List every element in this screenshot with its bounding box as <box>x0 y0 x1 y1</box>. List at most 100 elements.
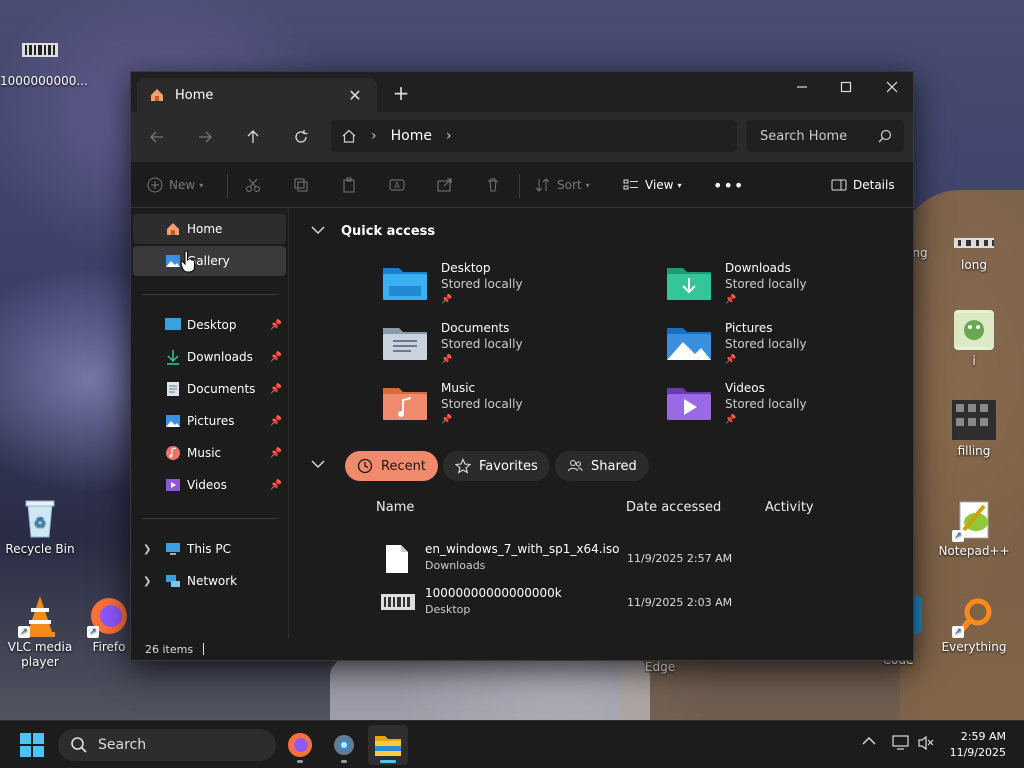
minimize-button[interactable] <box>779 72 825 102</box>
system-clock[interactable]: 2:59 AM 11/9/2025 <box>950 729 1006 761</box>
sidebar-item-label: Pictures <box>187 414 235 428</box>
sidebar-item-documents[interactable]: Documents 📌 <box>133 374 286 404</box>
chevron-down-icon: ▾ <box>199 180 204 190</box>
maximize-button[interactable] <box>823 72 869 102</box>
delete-button[interactable] <box>485 171 507 199</box>
table-row[interactable]: en_windows_7_with_sp1_x64.iso Downloads … <box>377 540 897 580</box>
video-icon <box>165 477 181 493</box>
details-pane-icon <box>831 179 847 191</box>
sidebar-item-desktop[interactable]: Desktop 📌 <box>133 310 286 340</box>
new-button[interactable]: New ▾ <box>147 171 203 199</box>
chevron-right-icon[interactable]: › <box>446 128 452 144</box>
up-button[interactable] <box>237 121 269 153</box>
table-row[interactable]: 10000000000000000k Desktop 11/9/2025 2:0… <box>377 584 897 624</box>
back-button[interactable] <box>141 121 173 153</box>
taskbar: Search 2:59 AM 11/9/2025 <box>0 720 1024 768</box>
shortcut-arrow-icon: ↗ <box>952 530 964 542</box>
paste-button[interactable] <box>341 171 363 199</box>
cut-button[interactable] <box>245 171 267 199</box>
taskbar-file-explorer[interactable] <box>368 725 408 765</box>
tab-shared[interactable]: Shared <box>555 451 649 481</box>
quick-access-item-documents[interactable]: Documents Stored locally 📌 <box>383 320 643 370</box>
taskbar-firefox[interactable] <box>280 725 320 765</box>
more-options-button[interactable]: ••• <box>713 171 744 199</box>
pin-icon[interactable]: 📌 <box>270 384 282 395</box>
tab-close-button[interactable]: ✕ <box>345 86 365 105</box>
search-box[interactable] <box>746 120 904 152</box>
share-button[interactable] <box>437 171 459 199</box>
quick-access-item-downloads[interactable]: Downloads Stored locally 📌 <box>667 260 913 310</box>
desktop-icon-label: long <box>961 258 987 272</box>
desktop-icon-filling[interactable]: filling <box>934 400 1014 459</box>
desktop-icon-long[interactable]: long <box>934 232 1014 273</box>
address-bar[interactable]: › Home › <box>331 120 737 152</box>
desktop-icon-recycle-bin[interactable]: ♻ Recycle Bin <box>0 498 80 557</box>
quick-access-header[interactable]: Quick access <box>311 224 435 239</box>
tab-favorites[interactable]: Favorites <box>443 451 550 481</box>
tab-recent[interactable]: Recent <box>345 451 438 481</box>
chevron-right-icon[interactable]: ❯ <box>143 544 151 555</box>
taskbar-search[interactable]: Search <box>58 729 276 761</box>
pin-icon[interactable]: 📌 <box>270 448 282 459</box>
desktop-icon-label: 1000000000... <box>0 74 88 88</box>
quick-access-item-music[interactable]: Music Stored locally 📌 <box>383 380 643 430</box>
desktop-icon-file[interactable]: 1000000000... <box>0 30 88 89</box>
close-window-button[interactable] <box>869 72 915 102</box>
desktop-icon-i[interactable]: i <box>934 310 1014 369</box>
sort-button[interactable]: Sort ▾ <box>535 171 590 199</box>
svg-text:A: A <box>394 181 400 190</box>
sidebar-item-gallery[interactable]: Gallery <box>133 246 286 276</box>
quick-access-item-pictures[interactable]: Pictures Stored locally 📌 <box>667 320 913 370</box>
pin-icon[interactable]: 📌 <box>270 480 282 491</box>
pin-icon[interactable]: 📌 <box>270 352 282 363</box>
chevron-right-icon[interactable]: ❯ <box>143 576 151 587</box>
file-name: en_windows_7_with_sp1_x64.iso <box>425 542 620 556</box>
videos-folder-icon <box>667 384 711 420</box>
rename-button[interactable]: A <box>389 171 411 199</box>
item-name: Music <box>441 381 476 395</box>
new-tab-button[interactable]: + <box>389 82 413 106</box>
computer-icon <box>165 541 181 557</box>
sidebar-item-this-pc[interactable]: ❯ This PC <box>133 534 286 564</box>
taskbar-settings[interactable] <box>324 725 364 765</box>
sidebar-item-label: Music <box>187 446 222 460</box>
sidebar-item-home[interactable]: Home <box>133 214 286 244</box>
column-header-name[interactable]: Name <box>376 500 414 515</box>
sidebar-item-pictures[interactable]: Pictures 📌 <box>133 406 286 436</box>
sidebar-item-network[interactable]: ❯ Network <box>133 566 286 596</box>
desktop-icon-vlc[interactable]: ↗ VLC media player <box>0 596 80 670</box>
network-tray-icon[interactable] <box>892 735 910 754</box>
details-button[interactable]: Details <box>831 171 895 199</box>
breadcrumb-home[interactable]: Home <box>391 128 432 144</box>
quick-access-item-desktop[interactable]: Desktop Stored locally 📌 <box>383 260 643 310</box>
item-name: Documents <box>441 321 510 335</box>
quick-access-item-videos[interactable]: Videos Stored locally 📌 <box>667 380 913 430</box>
desktop-icon-notepadpp[interactable]: ↗ Notepad++ <box>934 500 1014 559</box>
pin-icon: 📌 <box>441 295 453 305</box>
desktop-icon-everything[interactable]: ↗ Everything <box>934 596 1014 655</box>
chevron-down-icon <box>311 224 325 239</box>
network-icon <box>165 573 181 589</box>
svg-text:♻: ♻ <box>34 515 47 531</box>
home-icon <box>151 89 163 101</box>
view-button[interactable]: View ▾ <box>623 171 682 199</box>
people-icon <box>568 460 583 472</box>
sidebar-item-downloads[interactable]: Downloads 📌 <box>133 342 286 372</box>
copy-button[interactable] <box>293 171 315 199</box>
recent-section-toggle[interactable] <box>311 458 341 473</box>
forward-button[interactable] <box>189 121 221 153</box>
tab-home[interactable]: Home ✕ <box>137 78 377 112</box>
pin-icon[interactable]: 📌 <box>270 416 282 427</box>
search-input[interactable] <box>760 128 878 144</box>
column-header-date[interactable]: Date accessed <box>626 500 721 515</box>
show-hidden-icons-button[interactable] <box>862 735 876 749</box>
desktop-icon-edge[interactable]: Edge <box>630 660 690 675</box>
column-header-activity[interactable]: Activity <box>765 500 814 515</box>
refresh-button[interactable] <box>285 121 317 153</box>
sidebar-item-music[interactable]: Music 📌 <box>133 438 286 468</box>
start-button[interactable] <box>20 733 44 757</box>
sidebar-item-videos[interactable]: Videos 📌 <box>133 470 286 500</box>
more-dots-icon: ••• <box>713 175 745 195</box>
pin-icon[interactable]: 📌 <box>270 320 282 331</box>
volume-tray-icon[interactable] <box>918 735 936 754</box>
